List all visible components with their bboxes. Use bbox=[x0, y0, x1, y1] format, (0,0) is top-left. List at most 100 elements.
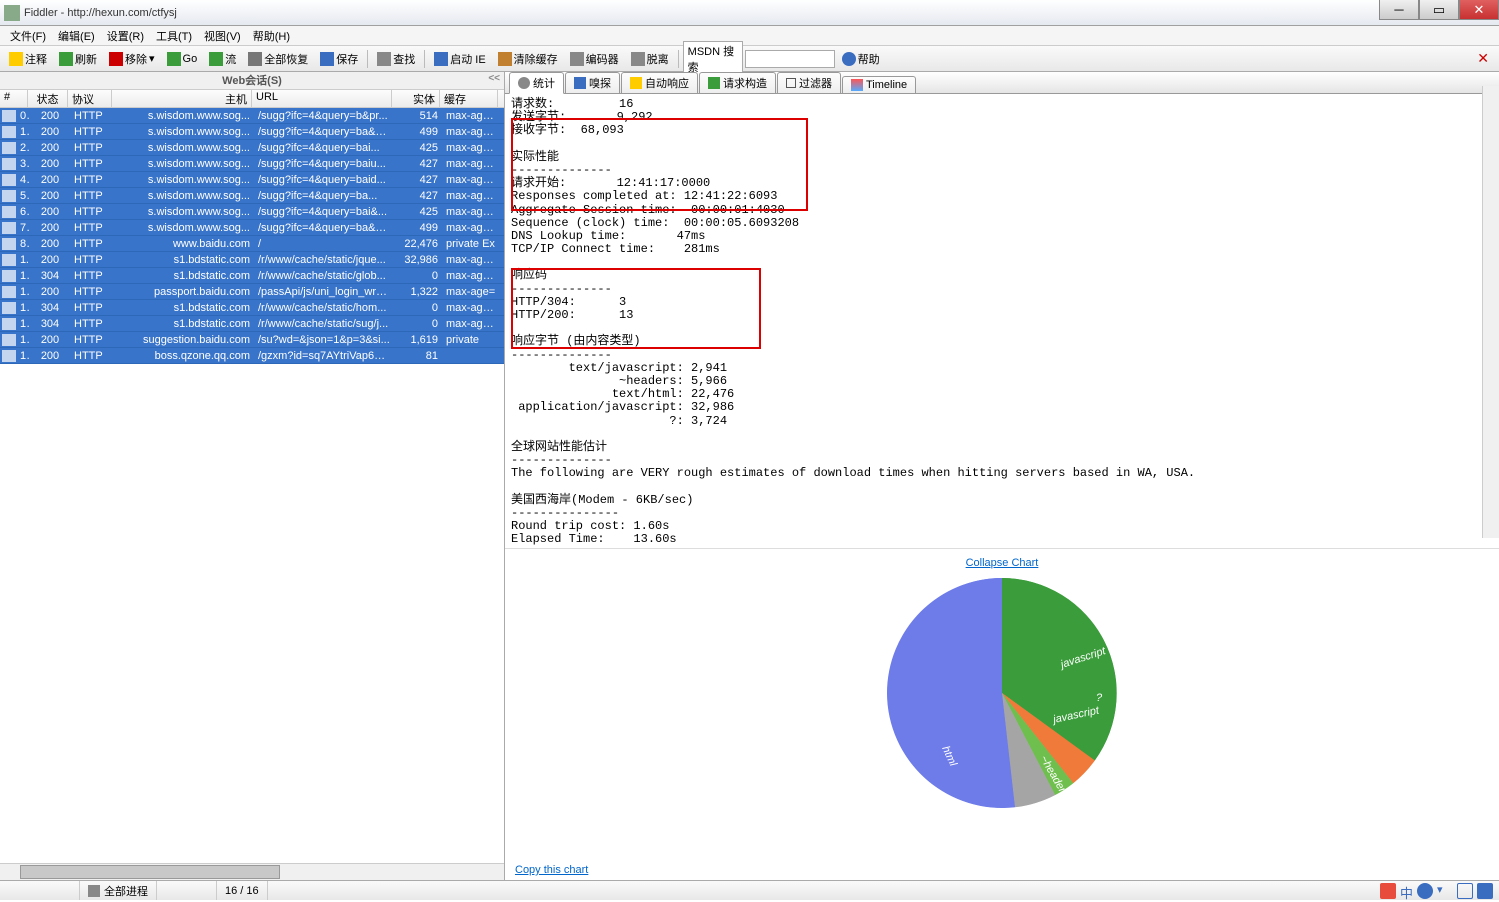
titlebar: Fiddler - http://hexun.com/ctfysj ─ ▭ ✕ bbox=[0, 0, 1499, 26]
table-row[interactable]: 7200HTTPs.wisdom.www.sog.../sugg?ifc=4&q… bbox=[0, 220, 504, 236]
app-icon bbox=[4, 5, 20, 21]
tabs: 统计 嗅探 自动响应 请求构造 过滤器 Timeline bbox=[505, 72, 1499, 94]
tab-statistics[interactable]: 统计 bbox=[509, 72, 564, 94]
col-url[interactable]: URL bbox=[252, 90, 392, 107]
col-cache[interactable]: 缓存 bbox=[440, 90, 498, 107]
decode-button[interactable]: 全部恢复 bbox=[243, 48, 313, 70]
row-icon bbox=[2, 190, 16, 202]
encoder-button[interactable]: 编码器 bbox=[565, 48, 624, 70]
tab-inspectors[interactable]: 嗅探 bbox=[565, 72, 620, 93]
row-icon bbox=[2, 318, 16, 330]
col-host[interactable]: 主机 bbox=[112, 90, 252, 107]
toolbar: 注释 刷新 移除▾ Go 流 全部恢复 保存 查找 启动 IE 清除缓存 编码器… bbox=[0, 46, 1499, 72]
gear-icon[interactable] bbox=[1477, 883, 1493, 899]
sessions-panel: Web会话(S)<< # 状态 协议 主机 URL 实体 缓存 0200HTTP… bbox=[0, 72, 505, 880]
menu-file[interactable]: 文件(F) bbox=[4, 28, 52, 44]
separator bbox=[678, 50, 679, 68]
detach-button[interactable]: 脱离 bbox=[626, 48, 674, 70]
tab-filters[interactable]: 过滤器 bbox=[777, 72, 841, 93]
horizontal-scrollbar[interactable] bbox=[0, 863, 504, 880]
separator bbox=[424, 50, 425, 68]
help-icon bbox=[842, 52, 856, 66]
tab-timeline[interactable]: Timeline bbox=[842, 76, 916, 93]
save-button[interactable]: 保存 bbox=[315, 48, 363, 70]
table-row[interactable]: 2200HTTPs.wisdom.www.sog.../sugg?ifc=4&q… bbox=[0, 140, 504, 156]
col-protocol[interactable]: 协议 bbox=[68, 90, 112, 107]
launch-ie-button[interactable]: 启动 IE bbox=[429, 48, 490, 70]
table-row[interactable]: 14200HTTPpassport.baidu.com/passApi/js/u… bbox=[0, 284, 504, 300]
table-row[interactable]: 0200HTTPs.wisdom.www.sog.../sugg?ifc=4&q… bbox=[0, 108, 504, 124]
status-left bbox=[0, 881, 80, 900]
stream-icon bbox=[209, 52, 223, 66]
remove-button[interactable]: 移除▾ bbox=[104, 48, 160, 70]
remove-icon bbox=[109, 52, 123, 66]
table-row[interactable]: 8200HTTPwww.baidu.com/22,476private Ex bbox=[0, 236, 504, 252]
table-row[interactable]: 16304HTTPs1.bdstatic.com/r/www/cache/sta… bbox=[0, 316, 504, 332]
comment-button[interactable]: 注释 bbox=[4, 48, 52, 70]
table-row[interactable]: 11200HTTPs1.bdstatic.com/r/www/cache/sta… bbox=[0, 252, 504, 268]
statistics-text[interactable]: 请求数: 16 发送字节: 9,292 接收字节: 68,093 实际性能 --… bbox=[505, 94, 1499, 549]
clear-cache-button[interactable]: 清除缓存 bbox=[493, 48, 563, 70]
sessions-grid[interactable]: # 状态 协议 主机 URL 实体 缓存 0200HTTPs.wisdom.ww… bbox=[0, 90, 504, 863]
copy-chart-link[interactable]: Copy this chart bbox=[515, 864, 588, 876]
statusbar: 全部进程 16 / 16 中 ▾ bbox=[0, 880, 1499, 900]
timeline-icon bbox=[851, 79, 863, 91]
menu-rules[interactable]: 设置(R) bbox=[101, 28, 150, 44]
bolt-icon bbox=[630, 77, 642, 89]
table-row[interactable]: 18200HTTPboss.qzone.qq.com/gzxm?id=sq7AY… bbox=[0, 348, 504, 364]
row-icon bbox=[2, 254, 16, 266]
close-button[interactable]: ✕ bbox=[1459, 0, 1499, 20]
row-icon bbox=[2, 286, 16, 298]
go-icon bbox=[167, 52, 181, 66]
go-button[interactable]: Go bbox=[162, 49, 203, 69]
help-button[interactable]: 帮助 bbox=[837, 48, 885, 70]
col-id[interactable]: # bbox=[0, 90, 28, 107]
minimize-button[interactable]: ─ bbox=[1379, 0, 1419, 20]
row-icon bbox=[2, 238, 16, 250]
find-button[interactable]: 查找 bbox=[372, 48, 420, 70]
chart-area: Collapse Chart javascript ? javascript ~… bbox=[505, 549, 1499, 880]
separator bbox=[367, 50, 368, 68]
menu-tools[interactable]: 工具(T) bbox=[150, 28, 198, 44]
stats-icon bbox=[518, 77, 530, 89]
row-icon bbox=[2, 302, 16, 314]
grid-header: # 状态 协议 主机 URL 实体 缓存 bbox=[0, 90, 504, 108]
tab-composer[interactable]: 请求构造 bbox=[699, 72, 776, 93]
row-icon bbox=[2, 222, 16, 234]
table-row[interactable]: 6200HTTPs.wisdom.www.sog.../sugg?ifc=4&q… bbox=[0, 204, 504, 220]
msdn-search-input[interactable] bbox=[745, 50, 835, 68]
close-toolbar-button[interactable]: ✕ bbox=[1471, 50, 1495, 67]
vertical-scrollbar[interactable] bbox=[1482, 86, 1499, 538]
menu-view[interactable]: 视图(V) bbox=[198, 28, 247, 44]
row-icon bbox=[2, 142, 16, 154]
menu-edit[interactable]: 编辑(E) bbox=[52, 28, 101, 44]
menu-help[interactable]: 帮助(H) bbox=[247, 28, 296, 44]
clear-cache-icon bbox=[498, 52, 512, 66]
row-icon bbox=[2, 270, 16, 282]
table-row[interactable]: 4200HTTPs.wisdom.www.sog.../sugg?ifc=4&q… bbox=[0, 172, 504, 188]
table-row[interactable]: 5200HTTPs.wisdom.www.sog.../sugg?ifc=4&q… bbox=[0, 188, 504, 204]
table-row[interactable]: 3200HTTPs.wisdom.www.sog.../sugg?ifc=4&q… bbox=[0, 156, 504, 172]
stream-button[interactable]: 流 bbox=[204, 48, 241, 70]
col-status[interactable]: 状态 bbox=[28, 90, 68, 107]
red-icon[interactable] bbox=[1380, 883, 1396, 899]
col-body[interactable]: 实体 bbox=[392, 90, 440, 107]
keyboard-icon[interactable] bbox=[1457, 883, 1473, 899]
moon-icon[interactable] bbox=[1417, 883, 1433, 899]
menubar: 文件(F) 编辑(E) 设置(R) 工具(T) 视图(V) 帮助(H) bbox=[0, 26, 1499, 46]
table-row[interactable]: 13304HTTPs1.bdstatic.com/r/www/cache/sta… bbox=[0, 268, 504, 284]
row-icon bbox=[2, 110, 16, 122]
row-icon bbox=[2, 174, 16, 186]
find-icon bbox=[377, 52, 391, 66]
maximize-button[interactable]: ▭ bbox=[1419, 0, 1459, 20]
table-row[interactable]: 1200HTTPs.wisdom.www.sog.../sugg?ifc=4&q… bbox=[0, 124, 504, 140]
table-row[interactable]: 17200HTTPsuggestion.baidu.com/su?wd=&jso… bbox=[0, 332, 504, 348]
refresh-button[interactable]: 刷新 bbox=[54, 48, 102, 70]
save-icon bbox=[320, 52, 334, 66]
tab-autoresponder[interactable]: 自动响应 bbox=[621, 72, 698, 93]
collapse-chart-link[interactable]: Collapse Chart bbox=[966, 557, 1039, 569]
status-allprocesses[interactable]: 全部进程 bbox=[80, 881, 157, 900]
composer-icon bbox=[708, 77, 720, 89]
table-row[interactable]: 15304HTTPs1.bdstatic.com/r/www/cache/sta… bbox=[0, 300, 504, 316]
status-count: 16 / 16 bbox=[217, 881, 268, 900]
